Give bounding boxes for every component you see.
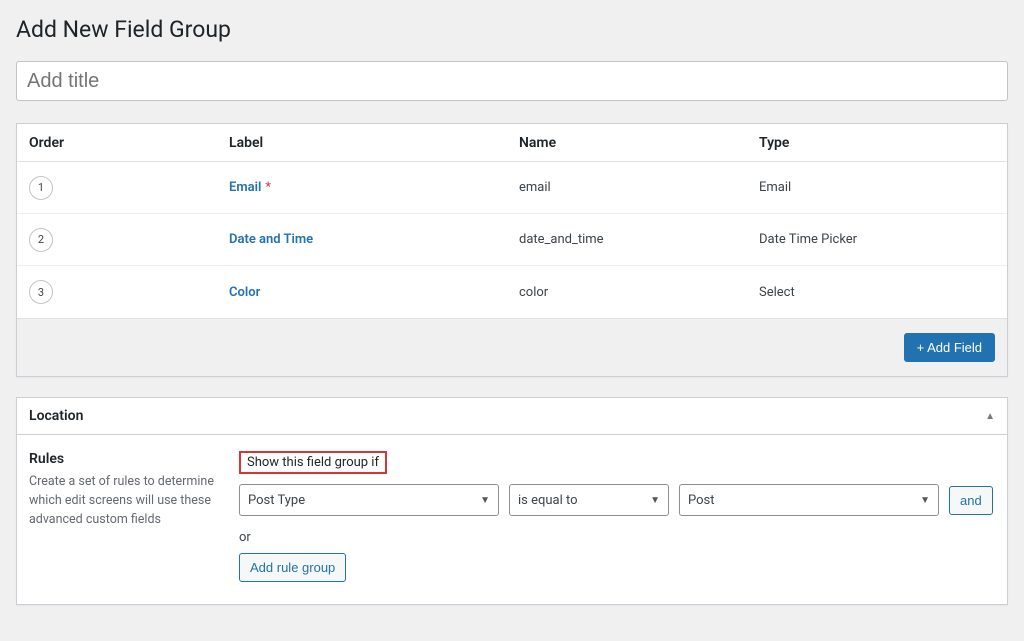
field-name: email [519, 180, 759, 195]
chevron-down-icon: ▼ [920, 495, 930, 506]
fields-header: Order Label Name Type [17, 124, 1007, 162]
rules-content: Show this field group if Post Type ▼ is … [239, 451, 995, 582]
rules-sidebar: Rules Create a set of rules to determine… [29, 451, 219, 582]
rule-param-select[interactable]: Post Type ▼ [239, 484, 499, 516]
rules-title: Rules [29, 451, 219, 467]
field-label-link[interactable]: Email [229, 180, 261, 195]
add-rule-group-button[interactable]: Add rule group [239, 553, 346, 582]
or-label: or [239, 530, 995, 545]
chevron-down-icon: ▼ [480, 495, 490, 506]
page-title: Add New Field Group [16, 16, 1008, 43]
field-name: color [519, 285, 759, 300]
col-type: Type [759, 135, 995, 151]
table-row[interactable]: 2 Date and Time date_and_time Date Time … [17, 214, 1007, 266]
rule-value-text: Post [688, 493, 715, 508]
required-star: * [265, 180, 271, 195]
rule-param-value: Post Type [248, 493, 305, 508]
title-input[interactable] [16, 61, 1008, 101]
col-order: Order [29, 135, 229, 151]
location-body: Rules Create a set of rules to determine… [17, 435, 1007, 604]
table-row[interactable]: 1 Email * email Email [17, 162, 1007, 214]
fields-box: Order Label Name Type 1 Email * email Ema… [16, 123, 1008, 377]
col-label: Label [229, 135, 519, 151]
order-badge[interactable]: 2 [29, 228, 53, 252]
field-name: date_and_time [519, 232, 759, 247]
rules-desc: Create a set of rules to determine which… [29, 473, 219, 529]
and-button[interactable]: and [949, 486, 993, 515]
rule-value-select[interactable]: Post ▼ [679, 484, 939, 516]
add-field-button[interactable]: + Add Field [904, 333, 995, 362]
rule-operator-select[interactable]: is equal to ▼ [509, 484, 669, 516]
table-row[interactable]: 3 Color color Select [17, 266, 1007, 318]
field-type: Select [759, 285, 995, 300]
rule-operator-value: is equal to [518, 493, 578, 508]
location-heading: Location [29, 408, 83, 424]
collapse-icon[interactable]: ▲ [985, 411, 995, 422]
col-name: Name [519, 135, 759, 151]
field-label-link[interactable]: Color [229, 285, 260, 300]
fields-footer: + Add Field [17, 318, 1007, 376]
location-header[interactable]: Location ▲ [17, 398, 1007, 435]
location-box: Location ▲ Rules Create a set of rules t… [16, 397, 1008, 605]
rule-row: Post Type ▼ is equal to ▼ Post ▼ and [239, 484, 995, 516]
order-badge[interactable]: 1 [29, 176, 53, 200]
field-label-link[interactable]: Date and Time [229, 232, 313, 247]
field-type: Email [759, 180, 995, 195]
chevron-down-icon: ▼ [650, 495, 660, 506]
show-if-label: Show this field group if [239, 451, 387, 474]
field-type: Date Time Picker [759, 232, 995, 247]
order-badge[interactable]: 3 [29, 280, 53, 304]
